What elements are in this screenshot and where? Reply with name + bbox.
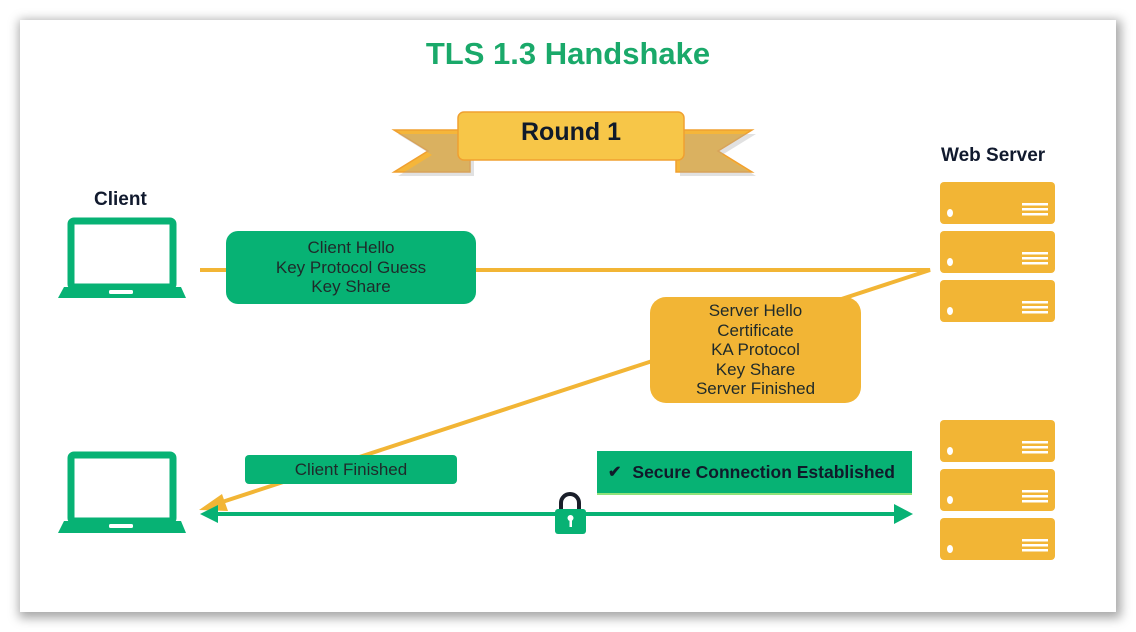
msg-line: KA Protocol: [711, 340, 800, 360]
web-server-icon: [940, 182, 1055, 322]
server-vent: [1022, 549, 1048, 552]
server-vent: [1022, 495, 1048, 498]
server-vent: [1022, 208, 1048, 211]
server-label: Web Server: [941, 145, 1046, 166]
msg-line: Client Finished: [294, 459, 408, 479]
server-vent: [1022, 500, 1048, 503]
page-title: TLS 1.3 Handshake: [425, 36, 711, 71]
client-laptop-icon: [58, 217, 186, 298]
check-icon: ✔: [608, 464, 622, 481]
round-label: Round 1: [521, 118, 621, 146]
lock-icon: [555, 492, 586, 534]
server-vent: [1022, 203, 1048, 206]
server-led: [947, 258, 953, 266]
server-vent: [1022, 306, 1048, 309]
msg-line: Key Protocol Guess: [275, 257, 427, 277]
msg-line: Key Share: [715, 359, 796, 379]
msg-line: Client Hello: [307, 238, 395, 258]
server-led: [947, 545, 953, 553]
msg-line: Certificate: [717, 320, 794, 340]
diagram-canvas: [58, 111, 1055, 560]
server-vent: [1022, 301, 1048, 304]
server-led: [947, 307, 953, 315]
client-hello-message: Client Hello Key Protocol Guess Key Shar…: [226, 231, 476, 304]
server-vent: [1022, 451, 1048, 454]
secure-connection-banner: ✔ Secure Connection Established: [597, 451, 912, 495]
server-vent: [1022, 257, 1048, 260]
server-led: [947, 209, 953, 217]
server-vent: [1022, 441, 1048, 444]
msg-line: Server Finished: [695, 379, 816, 399]
msg-line: Key Share: [311, 277, 391, 297]
server-vent: [1022, 446, 1048, 449]
server-vent: [1022, 311, 1048, 314]
server-vent: [1022, 490, 1048, 493]
web-server-icon-2: [940, 420, 1055, 560]
server-vent: [1022, 262, 1048, 265]
server-vent: [1022, 252, 1048, 255]
server-led: [947, 496, 953, 504]
server-vent: [1022, 539, 1048, 542]
server-hello-message: Server Hello Certificate KA Protocol Key…: [650, 297, 861, 403]
client-label: Client: [94, 189, 147, 210]
server-vent: [1022, 544, 1048, 547]
client-finished-message: Client Finished: [245, 455, 457, 484]
server-vent: [1022, 213, 1048, 216]
server-led: [947, 447, 953, 455]
secure-connection-text: Secure Connection Established: [632, 461, 895, 482]
msg-line: Server Hello: [708, 301, 803, 321]
client-laptop-icon-2: [58, 451, 186, 533]
secure-channel-right-arrowhead: [894, 504, 913, 524]
